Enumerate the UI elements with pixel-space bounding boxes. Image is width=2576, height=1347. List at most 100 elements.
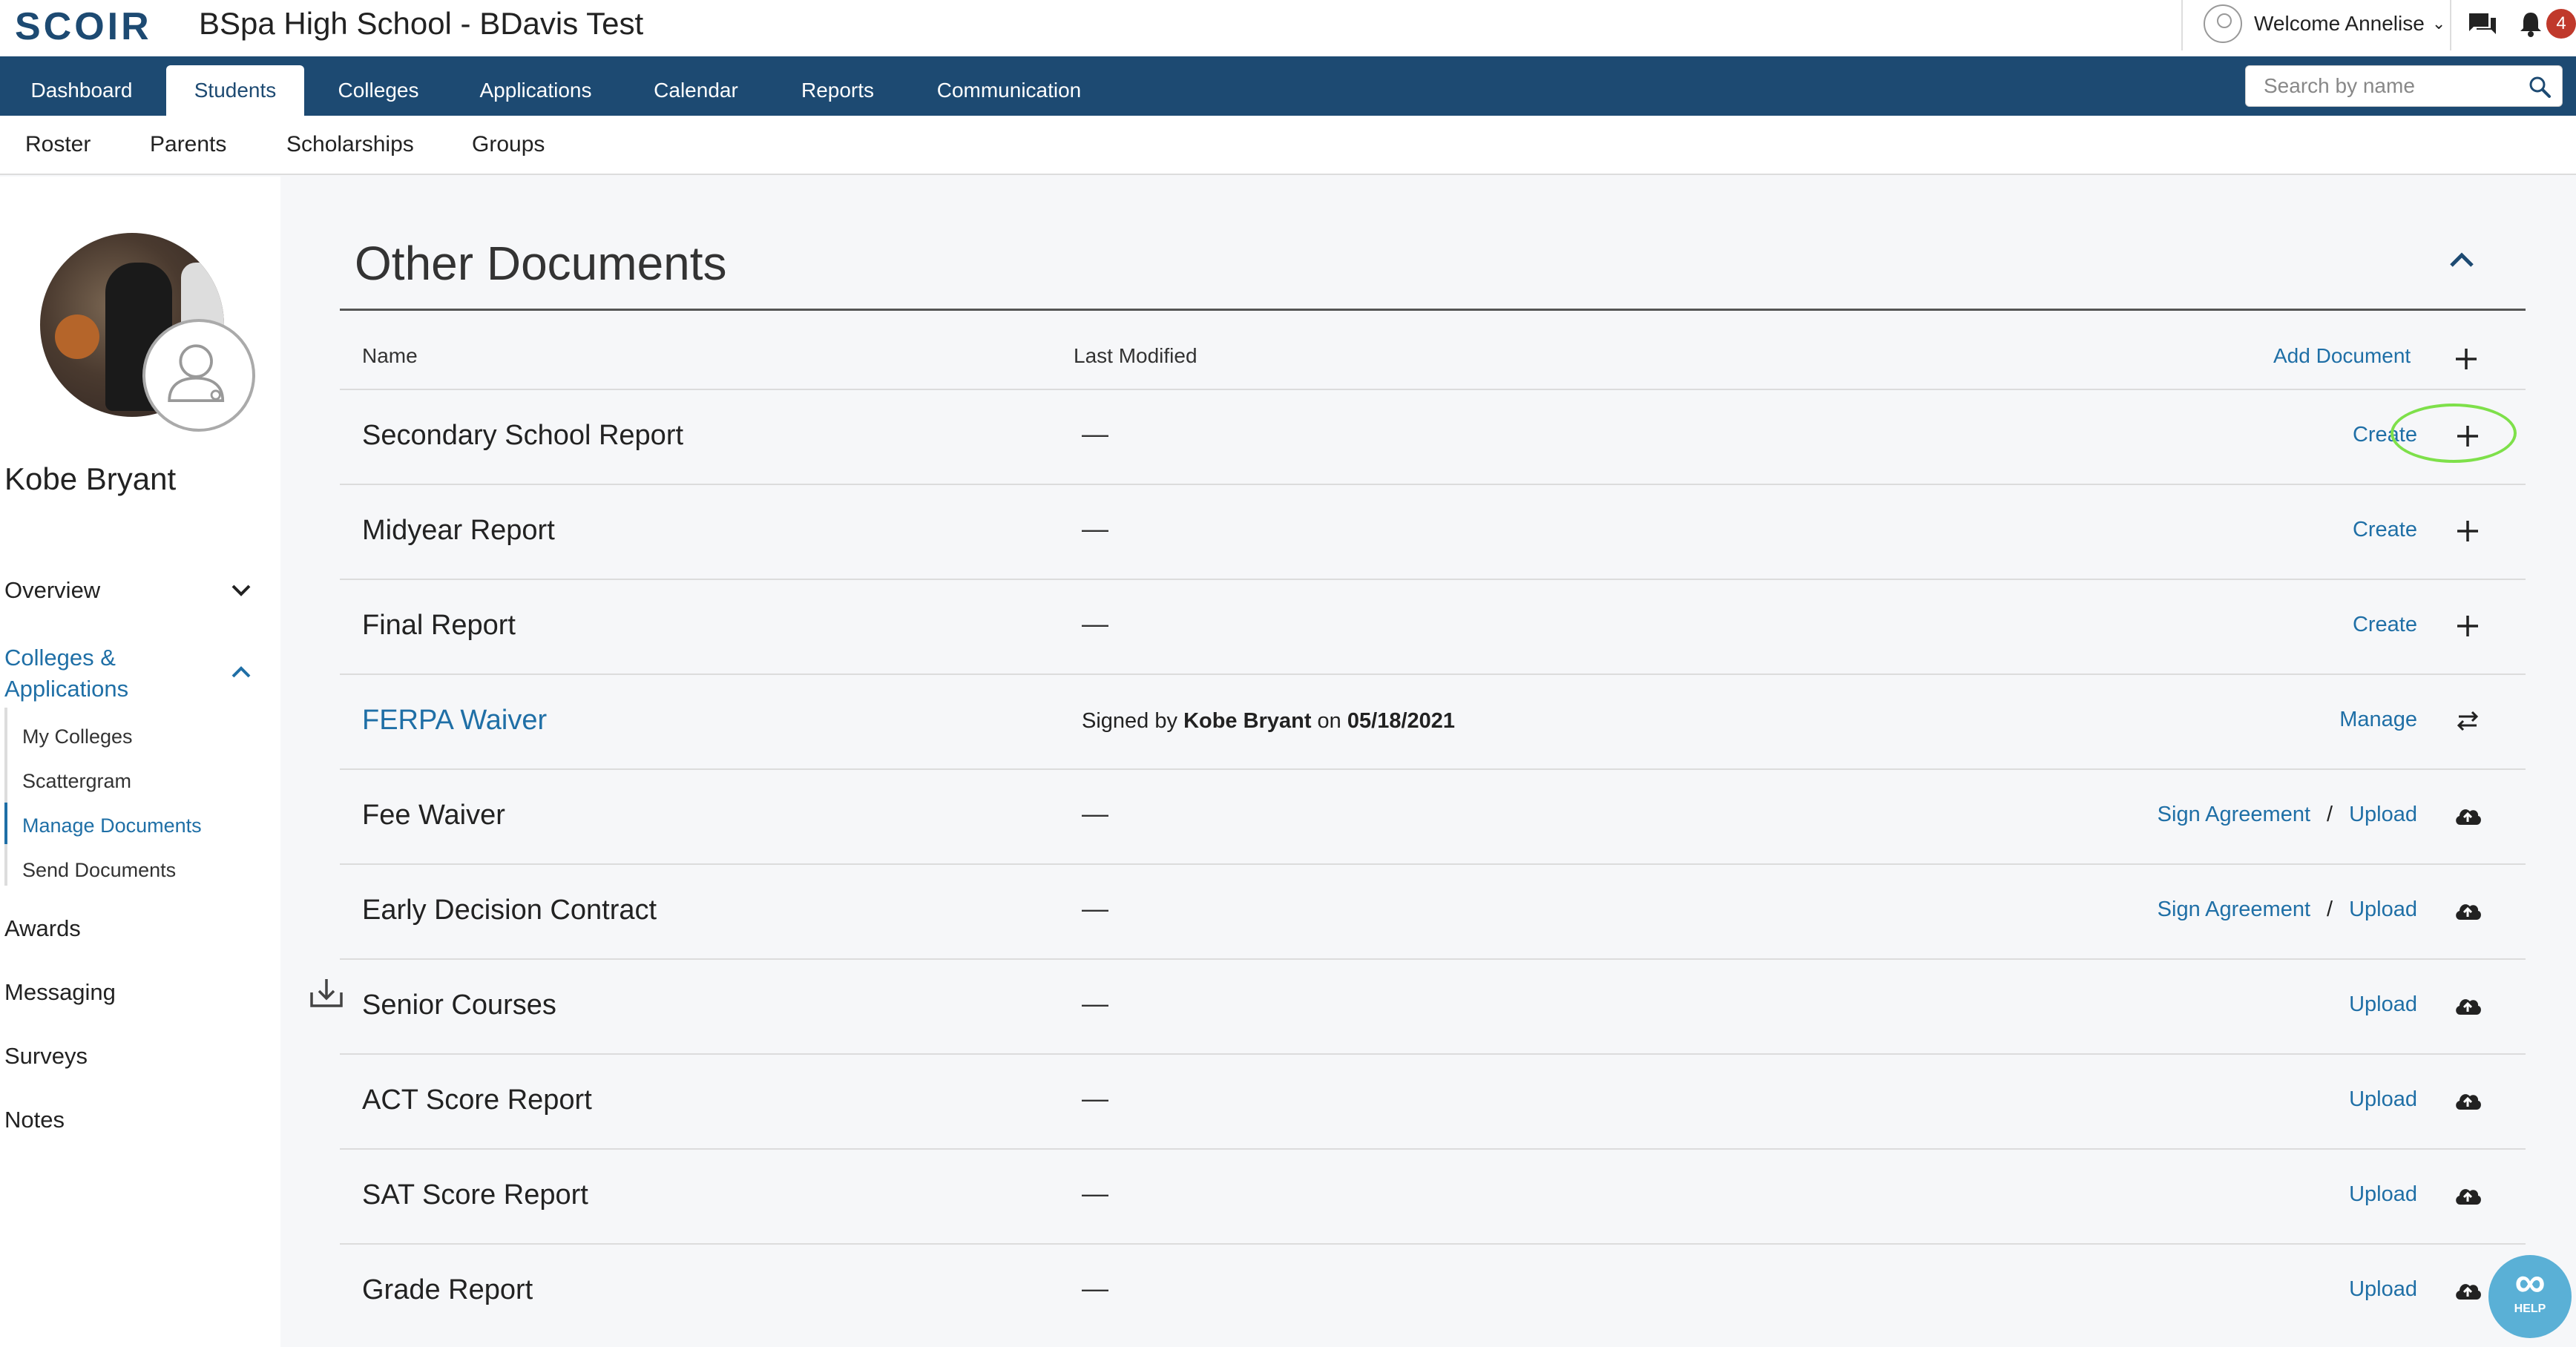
table-row: SAT Score Report — Upload: [340, 1148, 2526, 1243]
last-modified: —: [1082, 418, 1108, 449]
chevron-down-icon[interactable]: [230, 583, 252, 598]
document-name: Midyear Report: [362, 515, 555, 546]
sidebar-subitem-send-documents[interactable]: Send Documents: [22, 859, 176, 882]
row-actions: Sign Agreement / Upload: [2158, 803, 2417, 827]
plus-icon[interactable]: [2453, 611, 2483, 641]
documents-panel: Other Documents Name Last Modified Add D…: [280, 177, 2576, 1347]
last-modified: —: [1082, 1273, 1108, 1303]
action-separator: /: [2327, 803, 2333, 826]
upload-link[interactable]: Upload: [2349, 992, 2417, 1016]
student-sidebar: Kobe Bryant Overview Colleges & Applicat…: [0, 177, 280, 1347]
document-name: Early Decision Contract: [362, 895, 657, 926]
last-modified: —: [1082, 988, 1108, 1018]
table-row: Final Report — Create: [340, 579, 2526, 674]
document-name: Senior Courses: [362, 989, 556, 1021]
sign-agreement-link[interactable]: Sign Agreement: [2158, 803, 2310, 826]
subnav-parents[interactable]: Parents: [150, 132, 226, 157]
cloud-upload-icon[interactable]: [2453, 1181, 2483, 1211]
chevron-up-icon[interactable]: [230, 665, 252, 679]
upload-link[interactable]: Upload: [2349, 898, 2417, 921]
subnav-roster[interactable]: Roster: [25, 132, 91, 157]
column-header-name: Name: [362, 344, 418, 367]
scoir-logo[interactable]: SCOIR: [15, 4, 152, 49]
signed-prefix: Signed by: [1082, 709, 1177, 733]
divider: [2181, 0, 2183, 50]
cloud-upload-icon[interactable]: [2453, 896, 2483, 926]
action-separator: /: [2327, 898, 2333, 921]
messages-icon[interactable]: [2468, 12, 2497, 36]
signed-on: on: [1317, 709, 1341, 733]
column-header-last-modified: Last Modified: [1074, 344, 1197, 367]
swap-arrows-icon[interactable]: [2453, 706, 2483, 736]
tab-calendar[interactable]: Calendar: [644, 65, 748, 116]
sub-nav: Roster Parents Scholarships Groups: [0, 116, 2576, 175]
sidebar-item-notes[interactable]: Notes: [4, 1107, 65, 1133]
document-name: Grade Report: [362, 1274, 533, 1305]
tab-students[interactable]: Students: [166, 65, 304, 116]
row-actions: Manage: [2339, 708, 2417, 732]
table-row: Senior Courses — Upload: [340, 958, 2526, 1053]
last-modified: —: [1082, 893, 1108, 923]
user-placeholder-icon: [168, 344, 225, 402]
document-name: Secondary School Report: [362, 420, 684, 451]
subnav-scholarships[interactable]: Scholarships: [286, 132, 414, 157]
sidebar-subitem-scattergram[interactable]: Scattergram: [22, 770, 131, 793]
upload-link[interactable]: Upload: [2349, 1182, 2417, 1206]
plus-icon[interactable]: [2453, 421, 2483, 451]
tab-communication[interactable]: Communication: [927, 65, 1091, 116]
help-label: HELP: [2514, 1302, 2546, 1315]
plus-icon[interactable]: [2453, 516, 2483, 546]
last-modified: —: [1082, 513, 1108, 544]
notification-badge[interactable]: 4: [2546, 9, 2576, 39]
subnav-groups[interactable]: Groups: [472, 132, 545, 157]
document-name: Fee Waiver: [362, 800, 505, 831]
user-menu[interactable]: Welcome Annelise ⌄: [2204, 0, 2445, 47]
search-input[interactable]: [2246, 66, 2513, 106]
table-row: Grade Report — Upload: [340, 1243, 2526, 1338]
create-link[interactable]: Create: [2353, 613, 2417, 636]
upload-link[interactable]: Upload: [2349, 1277, 2417, 1301]
sidebar-item-overview[interactable]: Overview: [4, 577, 100, 604]
plus-icon[interactable]: [2451, 344, 2481, 374]
download-icon[interactable]: [309, 976, 344, 1009]
sidebar-subitem-my-colleges[interactable]: My Colleges: [22, 725, 133, 748]
search-icon[interactable]: [2528, 75, 2552, 99]
last-modified: —: [1082, 1178, 1108, 1208]
cloud-upload-icon[interactable]: [2453, 1086, 2483, 1116]
sidebar-item-surveys[interactable]: Surveys: [4, 1043, 88, 1070]
manage-link[interactable]: Manage: [2339, 708, 2417, 731]
top-bar: SCOIR BSpa High School - BDavis Test Wel…: [0, 0, 2576, 56]
sidebar-subitem-manage-documents[interactable]: Manage Documents: [22, 814, 202, 837]
row-actions: Sign Agreement / Upload: [2158, 898, 2417, 922]
active-marker: [4, 803, 7, 844]
sidebar-item-messaging[interactable]: Messaging: [4, 979, 116, 1006]
table-row: Fee Waiver — Sign Agreement / Upload: [340, 768, 2526, 863]
row-actions: Upload: [2349, 992, 2417, 1017]
cloud-upload-icon[interactable]: [2453, 801, 2483, 831]
document-name[interactable]: FERPA Waiver: [362, 705, 547, 737]
table-row: ACT Score Report — Upload: [340, 1053, 2526, 1148]
cloud-upload-icon[interactable]: [2453, 1276, 2483, 1305]
last-modified: —: [1082, 608, 1108, 639]
upload-link[interactable]: Upload: [2349, 803, 2417, 826]
title-divider: [340, 309, 2526, 311]
tab-applications[interactable]: Applications: [467, 65, 604, 116]
bell-icon[interactable]: [2518, 10, 2543, 37]
avatar[interactable]: [142, 319, 255, 432]
tab-dashboard[interactable]: Dashboard: [15, 65, 148, 116]
upload-link[interactable]: Upload: [2349, 1087, 2417, 1111]
sidebar-item-colleges-applications[interactable]: Colleges & Applications: [4, 642, 168, 705]
last-modified: —: [1082, 798, 1108, 829]
create-link[interactable]: Create: [2353, 518, 2417, 541]
cloud-upload-icon[interactable]: [2453, 991, 2483, 1021]
main-nav: Dashboard Students Colleges Applications…: [0, 56, 2576, 116]
help-button[interactable]: ∞ HELP: [2488, 1255, 2572, 1338]
sign-agreement-link[interactable]: Sign Agreement: [2158, 898, 2310, 921]
tab-colleges[interactable]: Colleges: [326, 65, 430, 116]
add-document-link[interactable]: Add Document: [2273, 344, 2411, 368]
table-row: Secondary School Report — Create: [340, 389, 2526, 484]
tab-reports[interactable]: Reports: [789, 65, 886, 116]
chevron-up-icon[interactable]: [2447, 248, 2477, 270]
sidebar-item-awards[interactable]: Awards: [4, 915, 81, 942]
table-row: Early Decision Contract — Sign Agreement / U…: [340, 863, 2526, 958]
